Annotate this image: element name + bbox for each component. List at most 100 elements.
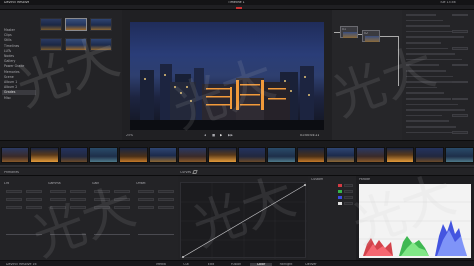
wheel-slider[interactable] <box>50 234 86 235</box>
channel-value[interactable] <box>344 190 353 193</box>
timeline-clip-thumbnail[interactable] <box>178 147 207 163</box>
inspector-row[interactable] <box>406 109 465 111</box>
timeline-clip-thumbnail[interactable] <box>356 147 385 163</box>
timeline-clip-thumbnail[interactable] <box>385 147 415 163</box>
timeline-clip-thumbnail[interactable] <box>148 147 178 163</box>
timeline-clip-thumbnail[interactable] <box>444 147 474 163</box>
inspector-row[interactable] <box>406 120 449 122</box>
channel-value[interactable] <box>344 196 353 199</box>
wheel-slider[interactable] <box>138 234 174 235</box>
wheel-param-field[interactable] <box>50 198 66 201</box>
inspector-row[interactable] <box>406 42 441 44</box>
clip-thumbnail[interactable] <box>65 38 87 51</box>
wheel-param-field[interactable] <box>70 190 86 193</box>
clip-thumbnail[interactable] <box>90 38 112 51</box>
channel-toggle[interactable] <box>338 202 342 205</box>
wheel-param-field[interactable] <box>70 206 86 209</box>
clip-thumbnail[interactable] <box>40 18 62 31</box>
inspector-row[interactable] <box>406 53 455 55</box>
inspector-row[interactable] <box>406 58 462 61</box>
inspector-row[interactable] <box>406 25 450 27</box>
inspector-value[interactable] <box>452 13 468 17</box>
timeline-track-bar[interactable] <box>0 165 474 167</box>
wheel-slider[interactable] <box>94 234 130 235</box>
prev-button[interactable]: ◀ <box>204 134 206 137</box>
stop-button[interactable]: ■ <box>212 134 215 137</box>
wheel-slider[interactable] <box>6 234 42 235</box>
gallery-sidebar-item[interactable]: Misc <box>2 96 36 101</box>
wheel-param-field[interactable] <box>26 198 42 201</box>
timeline-clip-thumbnail[interactable] <box>267 147 296 163</box>
inspector-row[interactable] <box>406 114 442 117</box>
channel-toggle[interactable] <box>338 184 342 187</box>
inspector-row[interactable] <box>406 47 448 50</box>
inspector-value[interactable] <box>452 30 468 33</box>
inspector-row[interactable] <box>406 64 439 66</box>
play-button[interactable]: ▶ <box>220 134 222 137</box>
app-name[interactable]: DaVinci Resolve <box>4 1 29 4</box>
page-tab-fairlight[interactable]: Fairlight <box>275 263 297 266</box>
color-wheel-gamma[interactable]: Gamma <box>48 182 88 252</box>
wheel-param-field[interactable] <box>138 206 154 209</box>
wheel-param-field[interactable] <box>114 190 130 193</box>
timeline-clip-thumbnail[interactable] <box>296 147 326 163</box>
clip-thumbnail[interactable] <box>90 18 112 31</box>
wheel-param-field[interactable] <box>94 198 110 201</box>
timeline-clip-thumbnail[interactable] <box>0 147 30 163</box>
wheel-param-field[interactable] <box>50 206 66 209</box>
wheel-param-field[interactable] <box>26 206 42 209</box>
timeline-clip-thumbnail[interactable] <box>30 147 59 163</box>
wheel-param-field[interactable] <box>158 206 174 209</box>
wheel-param-field[interactable] <box>138 198 154 201</box>
inspector-row[interactable] <box>406 103 458 106</box>
inspector-row[interactable] <box>406 70 446 72</box>
wheel-param-field[interactable] <box>6 190 22 193</box>
node-02[interactable]: 02 <box>362 30 380 42</box>
curve-tool-icon[interactable] <box>192 170 198 174</box>
color-wheel-lift[interactable]: Lift <box>4 182 44 252</box>
node-01[interactable]: 01 <box>340 26 358 38</box>
wheel-param-field[interactable] <box>158 190 174 193</box>
viewer-zoom[interactable]: 25% <box>126 134 133 137</box>
wheel-param-field[interactable] <box>158 198 174 201</box>
page-tab-deliver[interactable]: Deliver <box>300 263 322 266</box>
inspector-value[interactable] <box>452 47 468 50</box>
channel-value[interactable] <box>344 184 353 187</box>
wheel-param-field[interactable] <box>50 190 66 193</box>
inspector-value[interactable] <box>452 97 468 101</box>
inspector-row[interactable] <box>406 30 457 33</box>
timeline-clip-thumbnail[interactable] <box>326 147 355 163</box>
wheel-param-field[interactable] <box>114 198 130 201</box>
channel-value[interactable] <box>344 202 353 205</box>
wheel-param-field[interactable] <box>6 206 22 209</box>
channel-toggle[interactable] <box>338 196 342 199</box>
timeline-clip-thumbnail[interactable] <box>59 147 89 163</box>
wheel-param-field[interactable] <box>94 206 110 209</box>
clip-thumbnail[interactable] <box>65 18 87 31</box>
inspector-value[interactable] <box>452 131 468 134</box>
inspector-value[interactable] <box>452 114 468 117</box>
inspector-value[interactable] <box>452 63 468 67</box>
page-tab-cut[interactable]: Cut <box>175 263 197 266</box>
clip-thumbnail[interactable] <box>40 38 62 51</box>
timeline-clip-thumbnail[interactable] <box>237 147 267 163</box>
curve-graph[interactable] <box>180 182 307 259</box>
viewer-image[interactable] <box>130 22 324 130</box>
wheel-param-field[interactable] <box>6 198 22 201</box>
inspector-row[interactable] <box>406 14 436 16</box>
wheel-param-field[interactable] <box>26 190 42 193</box>
inspector-row[interactable] <box>406 86 437 89</box>
inspector-value[interactable] <box>452 80 468 84</box>
inspector-row[interactable] <box>406 98 451 100</box>
page-tab-fusion[interactable]: Fusion <box>225 263 247 266</box>
inspector-row[interactable] <box>406 92 444 94</box>
inspector-row[interactable] <box>406 126 456 128</box>
timeline-clip-thumbnail[interactable] <box>415 147 444 163</box>
timeline-clip-thumbnail[interactable] <box>207 147 237 163</box>
inspector-row[interactable] <box>406 19 443 22</box>
color-wheel-gain[interactable]: Gain <box>92 182 132 252</box>
wheel-param-field[interactable] <box>94 190 110 193</box>
inspector-row[interactable] <box>406 75 453 78</box>
wheel-param-field[interactable] <box>114 206 130 209</box>
inspector-row[interactable] <box>406 36 464 38</box>
